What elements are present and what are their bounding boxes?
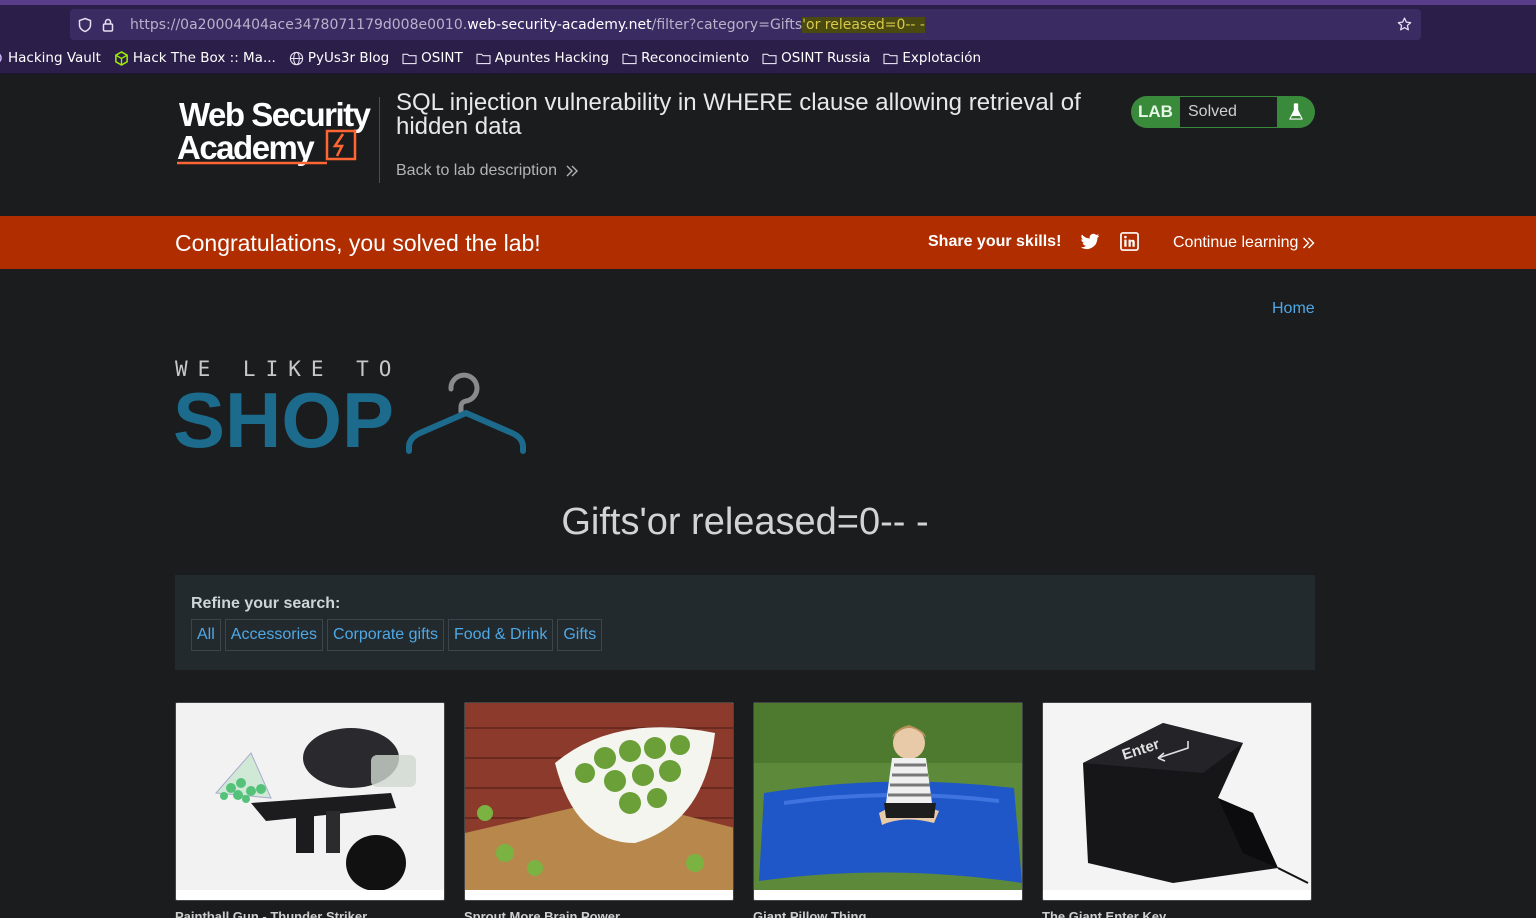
congratulations-banner: Congratulations, you solved the lab! Sha… — [0, 216, 1536, 269]
product-card-giant-pillow[interactable] — [753, 702, 1023, 901]
folder-icon — [402, 53, 417, 64]
double-chevron-right-icon — [1303, 237, 1315, 249]
folder-icon — [476, 53, 491, 64]
back-to-lab-link[interactable]: Back to lab description — [396, 162, 579, 180]
product-card-giant-enter-key[interactable]: Enter — [1042, 702, 1312, 901]
lab-title: SQL injection vulnerability in WHERE cla… — [396, 89, 1081, 140]
filter-gifts[interactable]: Gifts — [557, 619, 603, 651]
bookmark-osint[interactable]: OSINT — [402, 50, 463, 66]
home-link[interactable]: Home — [1272, 300, 1315, 318]
category-filters: All Accessories Corporate gifts Food & D… — [191, 619, 606, 651]
folder-icon — [622, 53, 637, 64]
bookmark-hacking-vault[interactable]: Hacking Vault — [0, 50, 101, 66]
lab-badge-status: Solved — [1180, 97, 1277, 127]
partial-icon — [0, 53, 2, 63]
product-title[interactable]: Giant Pillow Thing — [753, 909, 866, 918]
filter-corporate-gifts[interactable]: Corporate gifts — [327, 619, 444, 651]
page-heading: Gifts'or released=0-- - — [561, 501, 929, 543]
congratulations-message: Congratulations, you solved the lab! — [175, 230, 541, 256]
back-to-lab-label: Back to lab description — [396, 162, 557, 179]
share-skills-label: Share your skills! — [928, 233, 1062, 250]
hanger-icon — [406, 372, 526, 454]
filter-food-drink[interactable]: Food & Drink — [447, 619, 554, 651]
web-security-academy-logo[interactable]: Web Security Academy — [177, 96, 377, 171]
bookmark-pyus3r-blog[interactable]: PyUs3r Blog — [289, 50, 389, 66]
product-card-paintball-gun[interactable] — [175, 702, 445, 901]
url-prefix: https://0a20004404ace3478071179d008e0010… — [130, 16, 468, 33]
address-bar[interactable]: https://0a20004404ace3478071179d008e0010… — [70, 9, 1421, 40]
bookmark-label: Hacking Vault — [8, 50, 101, 66]
filter-all[interactable]: All — [191, 619, 221, 651]
globe-icon — [289, 51, 303, 65]
bookmark-label: Apuntes Hacking — [494, 50, 610, 66]
shop-logo-main: SHOP — [175, 376, 394, 454]
refine-search-panel: Refine your search: All Accessories Corp… — [175, 575, 1315, 670]
bookmark-label: OSINT — [421, 50, 463, 66]
header-divider — [379, 97, 380, 183]
folder-icon — [883, 53, 898, 64]
lab-badge-label: LAB — [1138, 102, 1173, 121]
product-title[interactable]: Paintball Gun - Thunder Striker — [175, 909, 367, 918]
lock-icon[interactable] — [100, 17, 116, 33]
bookmark-label: Explotación — [902, 50, 982, 66]
product-grid: Enter — [175, 702, 1331, 901]
htb-cube-icon — [115, 50, 128, 66]
filter-accessories[interactable]: Accessories — [224, 619, 324, 651]
logo-line1: Web Security — [179, 96, 372, 133]
product-title[interactable]: Sprout More Brain Power — [464, 909, 620, 918]
bookmark-label: PyUs3r Blog — [307, 50, 390, 66]
bookmark-reconocimiento[interactable]: Reconocimiento — [622, 50, 749, 66]
product-image — [176, 703, 444, 890]
product-image: Enter — [1043, 703, 1311, 890]
academy-header: Web Security Academy SQL injection vulne… — [0, 74, 1536, 216]
continue-learning-link[interactable]: Continue learning — [1173, 234, 1315, 252]
logo-bolt — [332, 133, 345, 157]
bookmark-explotacion[interactable]: Explotación — [883, 50, 981, 66]
bookmark-hack-the-box[interactable]: Hack The Box :: Ma... — [114, 50, 276, 66]
product-image — [465, 703, 733, 890]
linkedin-icon[interactable] — [1120, 232, 1139, 256]
lab-status-badge: LAB Solved — [1131, 96, 1315, 128]
browser-toolbar: https://0a20004404ace3478071179d008e0010… — [0, 5, 1536, 43]
bookmark-label: Reconocimiento — [641, 50, 750, 66]
folder-icon — [762, 53, 777, 64]
url-injection: 'or released=0-- - — [802, 16, 925, 33]
product-card-sprouts[interactable] — [464, 702, 734, 901]
product-image — [754, 703, 1022, 890]
bookmark-label: Hack The Box :: Ma... — [132, 50, 276, 66]
refine-search-label: Refine your search: — [191, 595, 341, 612]
logo-line2: Academy — [177, 129, 315, 166]
bookmark-label: OSINT Russia — [781, 50, 871, 66]
url-path: /filter?category=Gifts — [651, 16, 803, 33]
continue-learning-label: Continue learning — [1173, 234, 1299, 251]
bookmark-apuntes-hacking[interactable]: Apuntes Hacking — [476, 50, 609, 66]
url-host: web-security-academy.net — [467, 16, 652, 33]
url-text[interactable]: https://0a20004404ace3478071179d008e0010… — [130, 16, 925, 33]
shop-page: Home WE LIKE TO SHOP Gifts'or released=0… — [0, 269, 1536, 918]
twitter-icon[interactable] — [1080, 233, 1100, 256]
bookmarks-bar: Hacking Vault Hack The Box :: Ma... PyUs… — [0, 43, 1536, 74]
product-title[interactable]: The Giant Enter Key — [1042, 909, 1166, 918]
bookmark-star-icon[interactable] — [1396, 16, 1413, 38]
flask-icon — [1277, 102, 1315, 122]
we-like-to-shop-logo: WE LIKE TO SHOP — [175, 359, 526, 454]
shield-icon[interactable] — [77, 17, 93, 33]
bookmark-osint-russia[interactable]: OSINT Russia — [762, 50, 870, 66]
double-chevron-right-icon — [566, 165, 578, 177]
